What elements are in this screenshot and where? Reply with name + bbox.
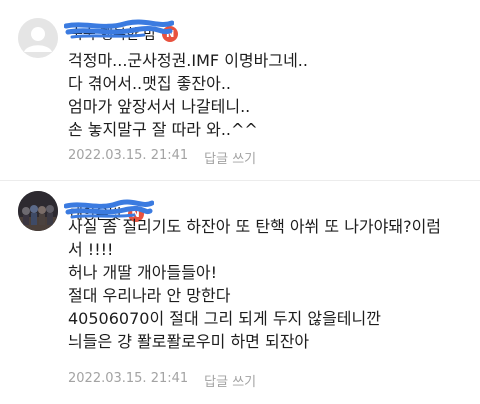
comment-line: 사실 좀 질리기도 하잔아 또 탄핵 아쒸 또 나가야돼?이럼 [68,217,442,236]
default-avatar-icon [18,18,58,58]
comment-item: 태양은빛 N 사실 좀 질리기도 하잔아 또 탄핵 아쒸 또 나가야돼?이럼 서… [0,181,480,404]
comment-line: 다 겪어서..맷집 좋잔아.. [68,74,231,93]
avatar[interactable] [18,191,58,231]
comment-meta: 2022.03.15. 21:41 답글 쓰기 [68,148,256,167]
comment-line: 손 놓지말구 잘 따라 와..^^ [68,120,258,139]
comment-item: 숙숙 행복한 밤 N 걱정마...군사정권.IMF 이명바그네.. 다 겪어서.… [0,0,480,180]
comment-meta: 2022.03.15. 21:41 답글 쓰기 [68,371,256,390]
comment-line: 서 !!!! [68,240,114,259]
comment-text: 걱정마...군사정권.IMF 이명바그네.. 다 겪어서..맷집 좋잔아.. 엄… [68,49,466,141]
comment-line: 걱정마...군사정권.IMF 이명바그네.. [68,51,308,70]
reply-button[interactable]: 답글 쓰기 [204,148,256,167]
profile-photo [18,191,58,231]
comment-author[interactable]: 숙숙 행복한 밤 N [64,19,179,44]
comment-text: 사실 좀 질리기도 하잔아 또 탄핵 아쒸 또 나가야돼?이럼 서 !!!! 허… [68,215,466,353]
comment-date: 2022.03.15. 21:41 [68,148,189,163]
new-badge-icon: N [162,26,179,42]
comment-line: 허나 개딸 개아들들아! [68,263,218,282]
comment-line: 40506070이 절대 그리 되게 두지 않을테니깐 [68,309,381,328]
author-name[interactable]: 숙숙 행복한 밤 [70,24,156,44]
avatar[interactable] [18,18,58,58]
comment-date: 2022.03.15. 21:41 [68,371,189,386]
reply-button[interactable]: 답글 쓰기 [204,371,256,390]
comment-line: 엄마가 앞장서서 나갈테니.. [68,97,251,116]
comment-line: 늬들은 걍 퐐로퐐로우미 하면 되잔아 [68,332,310,351]
comment-line: 절대 우리나라 안 망한다 [68,286,231,305]
